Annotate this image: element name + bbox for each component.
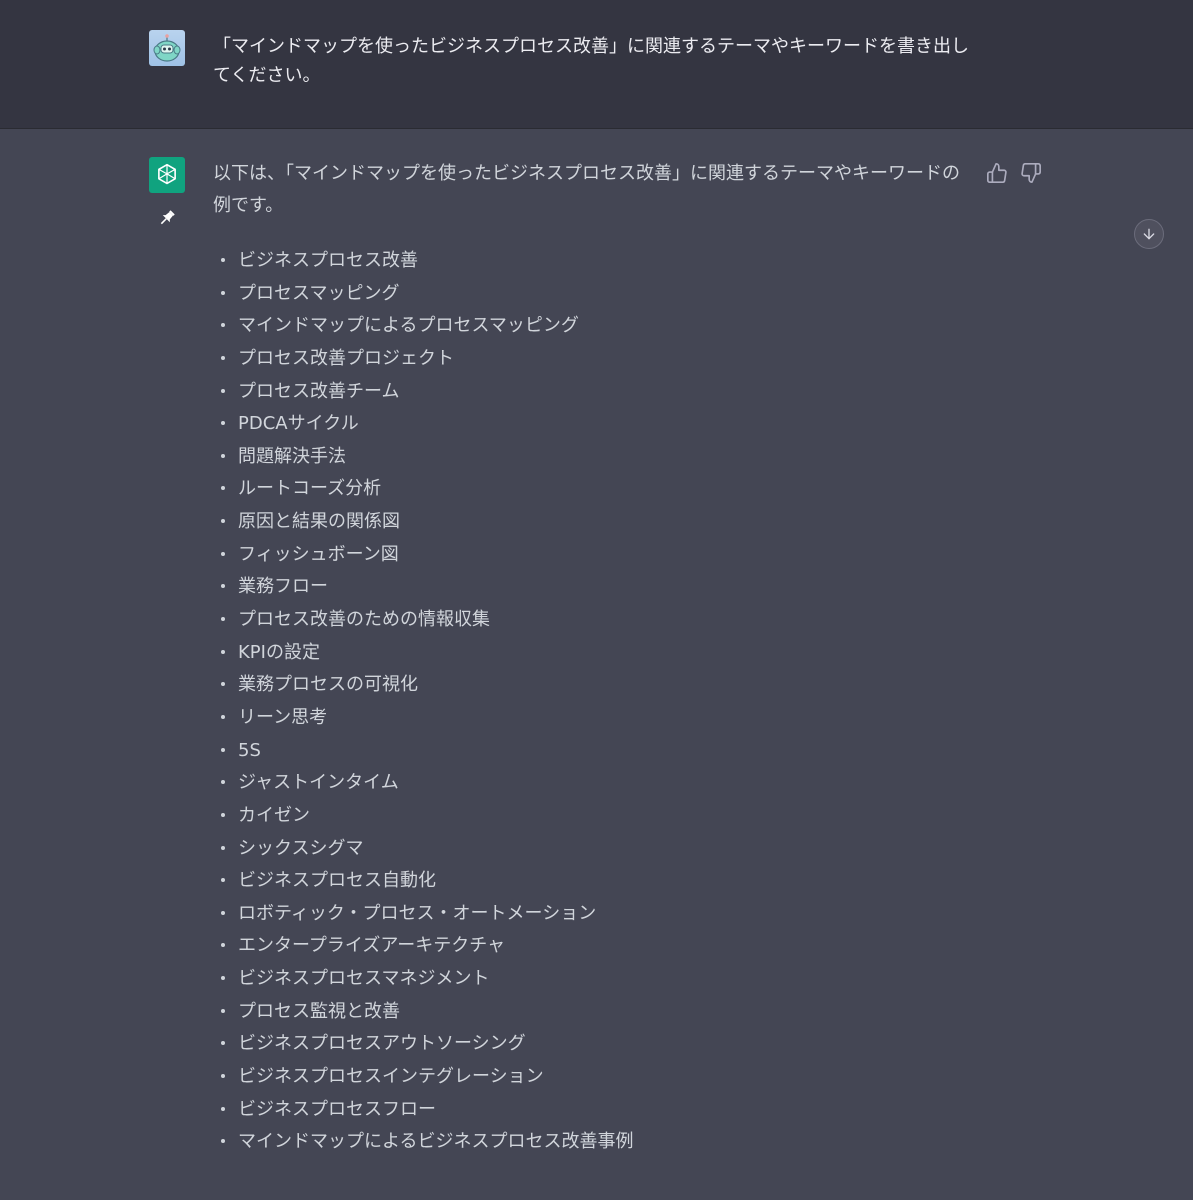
list-item-text: シックスシグマ — [238, 837, 364, 859]
list-item-text: ルートコーズ分析 — [238, 478, 382, 500]
list-item: ビジネスプロセスインテグレーション — [213, 1061, 973, 1094]
list-item: ビジネスプロセス改善 — [213, 245, 973, 278]
bullet-icon — [221, 714, 225, 719]
bullet-icon — [221, 1008, 225, 1013]
list-item-text: マインドマップによるプロセスマッピング — [238, 315, 579, 337]
list-item-text: ビジネスプロセス自動化 — [238, 870, 436, 892]
bullet-icon — [221, 486, 225, 491]
list-item: ビジネスプロセスマネジメント — [213, 963, 973, 996]
list-item-text: ジャストインタイム — [238, 772, 399, 794]
list-item: プロセスマッピング — [213, 278, 973, 311]
robot-avatar-icon — [149, 30, 185, 66]
bullet-icon — [221, 910, 225, 915]
list-item: シックスシグマ — [213, 833, 973, 866]
list-item-text: 業務フロー — [238, 576, 328, 598]
bullet-icon — [221, 682, 225, 687]
keyword-list: ビジネスプロセス改善 プロセスマッピングマインドマップによるプロセスマッピング プロ… — [213, 245, 973, 1159]
list-item-text: ビジネスプロセス改善 — [238, 250, 418, 271]
bullet-icon — [221, 878, 225, 883]
list-item-text: リーン思考 — [238, 706, 328, 728]
bullet-icon — [221, 519, 225, 524]
list-item-text: プロセス監視と改善 — [238, 1000, 400, 1022]
arrow-down-icon — [1143, 228, 1155, 240]
list-item: 業務プロセスの可視化 — [213, 669, 973, 702]
bullet-icon — [221, 1139, 225, 1144]
bullet-icon — [221, 323, 225, 328]
list-item: フィッシュボーン図 — [213, 539, 973, 572]
list-item: ビジネスプロセス自動化 — [213, 865, 973, 898]
bullet-icon — [221, 1041, 225, 1046]
list-item-text: エンタープライズアーキテクチャ — [238, 935, 506, 957]
bullet-icon — [221, 421, 225, 426]
list-item: 問題解決手法 — [213, 441, 973, 474]
thumbs-down-icon[interactable] — [1020, 162, 1042, 184]
list-item: 5S — [213, 735, 973, 768]
list-item: ジャストインタイム — [213, 767, 973, 800]
list-item-text: 問題解決手法 — [238, 445, 346, 467]
list-item-text: プロセスマッピング — [238, 282, 400, 304]
bullet-icon — [221, 290, 225, 295]
list-item: PDCAサイクル — [213, 408, 973, 441]
list-item: リーン思考 — [213, 702, 973, 735]
openai-logo-icon — [149, 157, 185, 193]
bullet-icon — [221, 747, 225, 752]
list-item-text: PDCAサイクル — [238, 413, 359, 435]
list-item: マインドマップによるビジネスプロセス改善事例 — [213, 1126, 973, 1159]
list-item-text: ビジネスプロセスマネジメント — [238, 968, 490, 990]
list-item: プロセス監視と改善 — [213, 996, 973, 1029]
list-item-text: プロセス改善のための情報収集 — [238, 609, 490, 631]
list-item-text: ビジネスプロセスフロー — [238, 1098, 436, 1120]
list-item: 業務フロー — [213, 571, 973, 604]
list-item-text: KPIの設定 — [238, 641, 320, 663]
list-item-text: 5S — [238, 739, 261, 761]
bullet-icon — [221, 388, 225, 393]
pin-icon[interactable] — [157, 208, 177, 228]
bullet-icon — [221, 845, 225, 850]
bullet-icon — [221, 551, 225, 556]
bullet-icon — [221, 780, 225, 785]
list-item-text: ビジネスプロセスアウトソーシング — [238, 1033, 526, 1055]
list-item: プロセス改善プロジェクト — [213, 343, 973, 376]
bullet-icon — [221, 355, 225, 360]
list-item: エンタープライズアーキテクチャ — [213, 930, 973, 963]
list-item-text: ロボティック・プロセス・オートメーション — [238, 902, 597, 924]
assistant-intro-text: 以下は、「マインドマップを使ったビジネスプロセス改善」に関連するテーマやキーワー… — [213, 163, 960, 216]
bullet-icon — [221, 258, 225, 262]
list-item: ルートコーズ分析 — [213, 473, 973, 506]
bullet-icon — [221, 1106, 225, 1111]
list-item: ビジネスプロセスアウトソーシング — [213, 1028, 973, 1061]
scroll-to-bottom-button[interactable] — [1134, 219, 1164, 249]
thumbs-up-icon[interactable] — [986, 162, 1008, 184]
list-item-text: プロセス改善チーム — [238, 380, 400, 402]
bullet-icon — [221, 617, 225, 622]
user-message-row: 「マインドマップを使ったビジネスプロセス改善」に関連するテーマやキーワードを書き… — [0, 0, 1193, 129]
bullet-icon — [221, 812, 225, 817]
list-item: ロボティック・プロセス・オートメーション — [213, 898, 973, 931]
bullet-icon — [221, 453, 225, 458]
list-item-text: プロセス改善プロジェクト — [238, 347, 454, 369]
list-item: マインドマップによるプロセスマッピング — [213, 310, 973, 343]
user-message-text: 「マインドマップを使ったビジネスプロセス改善」に関連するテーマやキーワードを書き… — [213, 36, 969, 86]
list-item-text: 業務プロセスの可視化 — [238, 674, 418, 696]
list-item: 原因と結果の関係図 — [213, 506, 973, 539]
bullet-icon — [221, 649, 225, 654]
list-item-text: マインドマップによるビジネスプロセス改善事例 — [238, 1131, 634, 1153]
list-item-text: ビジネスプロセスインテグレーション — [238, 1066, 544, 1088]
assistant-message-row: 以下は、「マインドマップを使ったビジネスプロセス改善」に関連するテーマやキーワー… — [0, 129, 1193, 1200]
list-item: ビジネスプロセスフロー — [213, 1094, 973, 1127]
list-item: プロセス改善チーム — [213, 376, 973, 409]
list-item-text: カイゼン — [238, 804, 310, 826]
bullet-icon — [221, 976, 225, 981]
list-item: プロセス改善のための情報収集 — [213, 604, 973, 637]
list-item: カイゼン — [213, 800, 973, 833]
list-item: KPIの設定 — [213, 637, 973, 670]
bullet-icon — [221, 584, 225, 589]
list-item-text: フィッシュボーン図 — [238, 543, 399, 565]
bullet-icon — [221, 943, 225, 948]
bullet-icon — [221, 1074, 225, 1079]
list-item-text: 原因と結果の関係図 — [238, 511, 400, 533]
